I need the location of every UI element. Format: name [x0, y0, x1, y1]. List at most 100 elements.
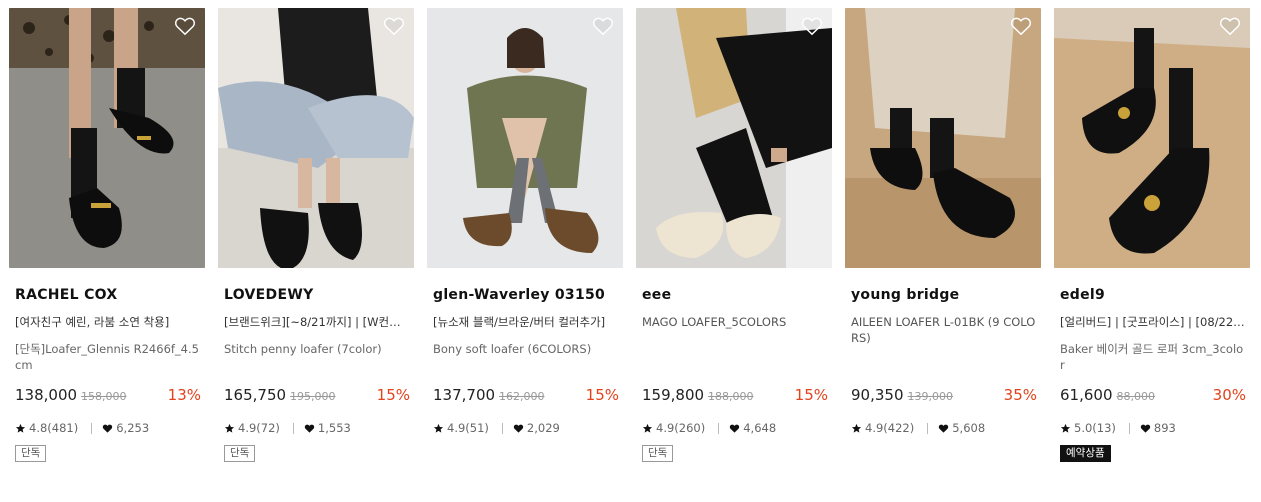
heart-filled-icon [939, 424, 949, 433]
product-image[interactable] [1054, 8, 1250, 268]
price-row: 90,350 139,000 35% [851, 386, 1037, 406]
divider [718, 422, 720, 434]
divider [1128, 422, 1130, 434]
review-meta: 4.9(260) 4,648 [642, 420, 828, 436]
exclusive-badge: 단독 [15, 445, 47, 462]
star-icon [433, 423, 444, 433]
product-photo [636, 8, 832, 268]
heart-filled-icon [730, 424, 740, 433]
brand-name[interactable]: LOVEDEWY [224, 287, 410, 303]
discount-rate: 15% [794, 386, 828, 404]
original-price: 139,000 [907, 390, 954, 403]
rating-text: 5.0(13) [1074, 421, 1116, 435]
original-price: 158,000 [81, 390, 127, 403]
sale-price: 61,600 [1060, 386, 1113, 404]
preorder-badge: 예약상품 [1060, 445, 1111, 462]
star-icon [1060, 423, 1071, 433]
brand-name[interactable]: young bridge [851, 287, 1037, 303]
star-icon [224, 423, 235, 433]
likes-count: 4,648 [743, 421, 777, 435]
original-price: 195,000 [290, 390, 336, 403]
product-name[interactable]: Baker 베이커 골드 로퍼 3cm_3color [1060, 341, 1246, 373]
rating-text: 4.9(51) [447, 421, 489, 435]
likes-count: 6,253 [116, 421, 150, 435]
review-meta: 4.9(72) 1,553 [224, 420, 410, 436]
price-row: 165,750 195,000 15% [224, 386, 410, 406]
likes-count: 1,553 [317, 421, 351, 435]
product-photo [427, 8, 623, 268]
wishlist-heart-icon[interactable] [592, 16, 614, 36]
star-icon [851, 423, 862, 433]
heart-filled-icon [513, 424, 524, 433]
promo-text: [브랜드위크][~8/21까지] | [W컨셉 … [224, 315, 410, 329]
rating-text: 4.9(422) [865, 421, 915, 435]
promo-text: [얼리버드] | [굿프라이스] | [08/22 … [1060, 315, 1246, 329]
rating-text: 4.9(72) [238, 421, 280, 435]
review-meta: 5.0(13) 893 [1060, 420, 1246, 436]
price-row: 138,000 158,000 13% [15, 386, 201, 406]
original-price: 162,000 [499, 390, 545, 403]
likes-count: 5,608 [952, 421, 986, 435]
price-row: 159,800 188,000 15% [642, 386, 828, 406]
review-meta: 4.9(422) 5,608 [851, 420, 1037, 436]
heart-filled-icon [304, 424, 315, 433]
price-row: 137,700 162,000 15% [433, 386, 619, 406]
product-card[interactable]: eee MAGO LOAFER_5COLORS 159,800 188,000 … [636, 8, 832, 478]
promo-text: [여자친구 예린, 라붐 소연 착용] [15, 315, 170, 329]
original-price: 188,000 [708, 390, 754, 403]
discount-rate: 30% [1212, 386, 1246, 404]
product-name[interactable]: AILEEN LOAFER L-01BK (9 COLORS) [851, 314, 1037, 346]
product-photo [9, 8, 205, 268]
star-icon [642, 423, 653, 433]
brand-name[interactable]: eee [642, 287, 828, 303]
wishlist-heart-icon[interactable] [174, 16, 196, 36]
product-image[interactable] [845, 8, 1041, 268]
product-photo [845, 8, 1041, 268]
discount-rate: 13% [167, 386, 201, 404]
rating-text: 4.9(260) [656, 421, 706, 435]
product-card[interactable]: young bridge AILEEN LOAFER L-01BK (9 COL… [845, 8, 1041, 478]
wishlist-heart-icon[interactable] [1010, 16, 1032, 36]
exclusive-badge: 단독 [224, 445, 256, 462]
heart-filled-icon [103, 424, 113, 433]
divider [927, 422, 929, 434]
product-image[interactable] [218, 8, 414, 268]
original-price: 88,000 [1116, 390, 1156, 403]
product-card[interactable]: glen-Waverley 03150 [뉴소재 블랙/브라운/버터 컬러추가]… [427, 8, 623, 478]
product-name[interactable]: [단독]Loafer_Glennis R2466f_4.5cm [15, 341, 201, 373]
brand-name[interactable]: edel9 [1060, 287, 1246, 303]
product-grid: RACHEL COX [여자친구 예린, 라붐 소연 착용] [단독]Loafe… [0, 0, 1261, 502]
review-meta: 4.9(51) 2,029 [433, 420, 619, 436]
product-photo [218, 8, 414, 268]
price-row: 61,600 88,000 30% [1060, 386, 1246, 406]
product-name[interactable]: MAGO LOAFER_5COLORS [642, 314, 828, 330]
product-image[interactable] [9, 8, 205, 268]
product-name[interactable]: Stitch penny loafer (7color) [224, 341, 410, 357]
heart-filled-icon [1140, 424, 1151, 433]
wishlist-heart-icon[interactable] [1219, 16, 1241, 36]
rating-text: 4.8(481) [29, 421, 79, 435]
likes-count: 2,029 [526, 421, 560, 435]
sale-price: 165,750 [224, 386, 287, 404]
divider [292, 422, 294, 434]
wishlist-heart-icon[interactable] [383, 16, 405, 36]
star-icon [15, 423, 26, 433]
discount-rate: 15% [585, 386, 619, 404]
product-card[interactable]: RACHEL COX [여자친구 예린, 라붐 소연 착용] [단독]Loafe… [9, 8, 205, 478]
divider [91, 422, 93, 434]
wishlist-heart-icon[interactable] [801, 16, 823, 36]
promo-text: [뉴소재 블랙/브라운/버터 컬러추가] [433, 315, 606, 329]
product-card[interactable]: edel9 [얼리버드] | [굿프라이스] | [08/22 … Baker … [1054, 8, 1250, 478]
brand-name[interactable]: glen-Waverley 03150 [433, 287, 619, 303]
divider [501, 422, 503, 434]
discount-rate: 15% [376, 386, 410, 404]
product-image[interactable] [636, 8, 832, 268]
sale-price: 138,000 [15, 386, 78, 404]
discount-rate: 35% [1003, 386, 1037, 404]
product-image[interactable] [427, 8, 623, 268]
likes-count: 893 [1153, 421, 1176, 435]
brand-name[interactable]: RACHEL COX [15, 287, 201, 303]
product-card[interactable]: LOVEDEWY [브랜드위크][~8/21까지] | [W컨셉 … Stitc… [218, 8, 414, 478]
exclusive-badge: 단독 [642, 445, 674, 462]
product-name[interactable]: Bony soft loafer (6COLORS) [433, 341, 619, 357]
